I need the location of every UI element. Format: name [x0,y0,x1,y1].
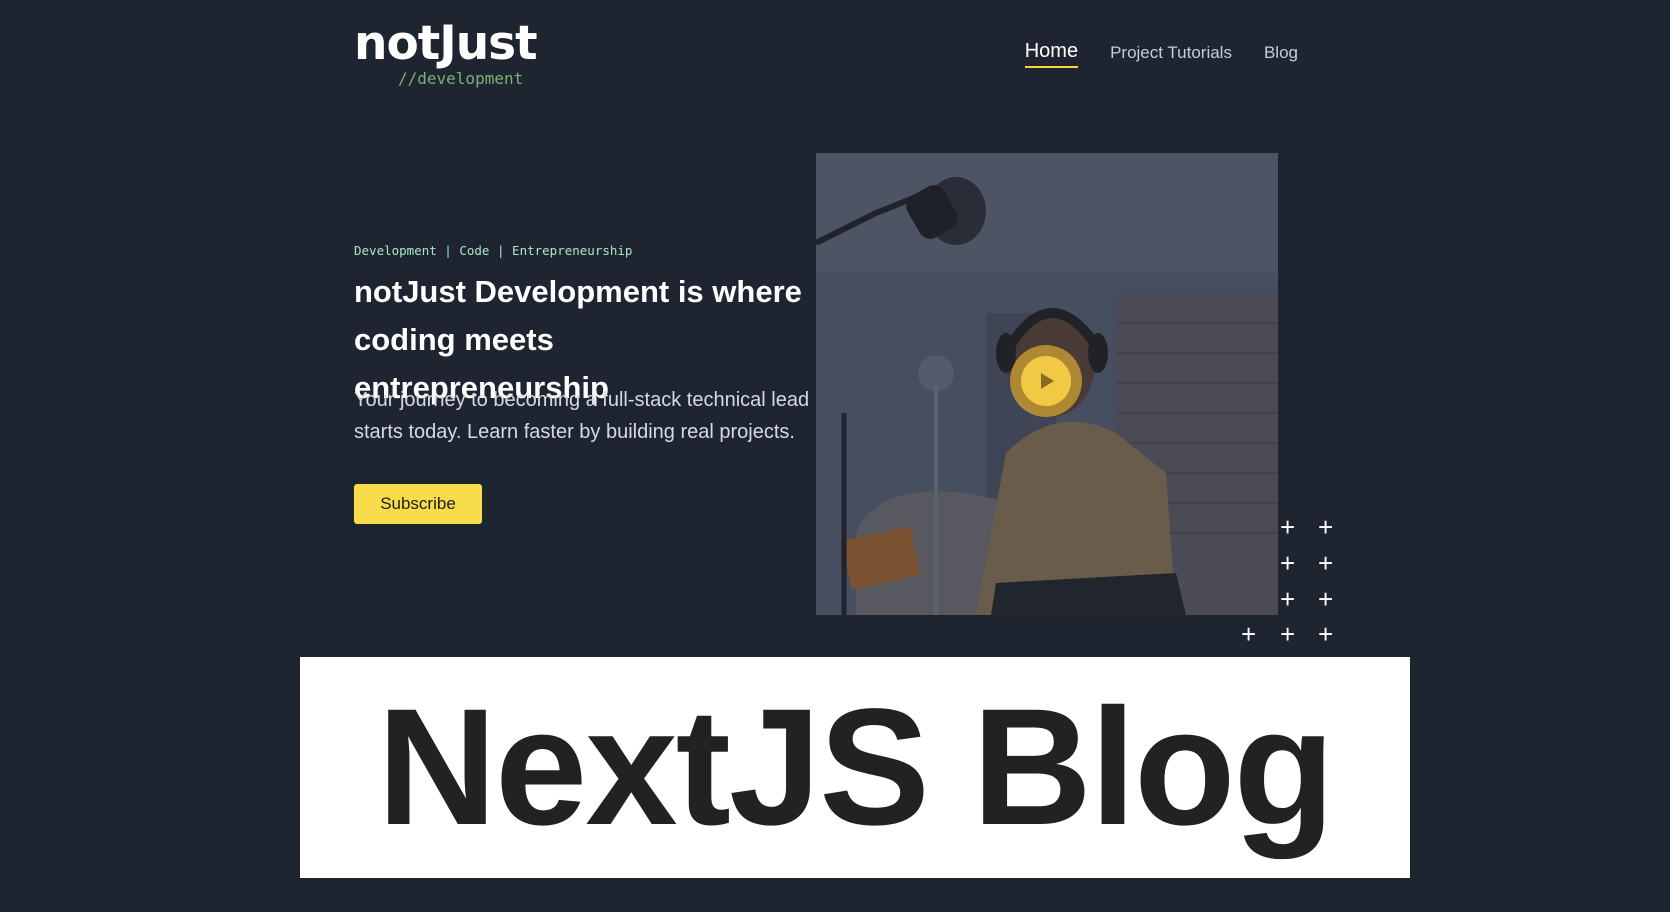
plus-icon: + [1318,548,1334,578]
logo-wordmark: notJust [354,16,538,71]
logo-subtitle: //development [398,69,524,88]
play-button[interactable] [1010,345,1082,417]
hero-tagline: Development | Code | Entrepreneurship [354,243,633,258]
nav-home[interactable]: Home [1024,39,1079,68]
plus-icon: + [1318,584,1334,614]
nav-project-tutorials[interactable]: Project Tutorials [1110,42,1232,64]
plus-icon: + [1241,619,1257,649]
nav-blog[interactable]: Blog [1264,42,1298,64]
plus-icon: + [1318,619,1334,649]
plus-icon: + [1318,512,1334,542]
subscribe-button[interactable]: Subscribe [354,484,482,524]
plus-icon: + [1280,512,1296,542]
hero-intro: Your journey to becoming a full-stack te… [354,389,810,443]
plus-icon: + [1280,548,1296,578]
logo[interactable]: notJust //development [354,16,538,92]
banner-title: NextJS Blog [377,675,1335,860]
plus-icon: + [1280,619,1296,649]
plus-icon: + [1280,584,1296,614]
main-nav: Home Project Tutorials Blog [1024,39,1298,68]
video-player[interactable] [816,153,1278,615]
play-icon [1021,356,1071,406]
blog-banner: NextJS Blog [300,657,1410,878]
